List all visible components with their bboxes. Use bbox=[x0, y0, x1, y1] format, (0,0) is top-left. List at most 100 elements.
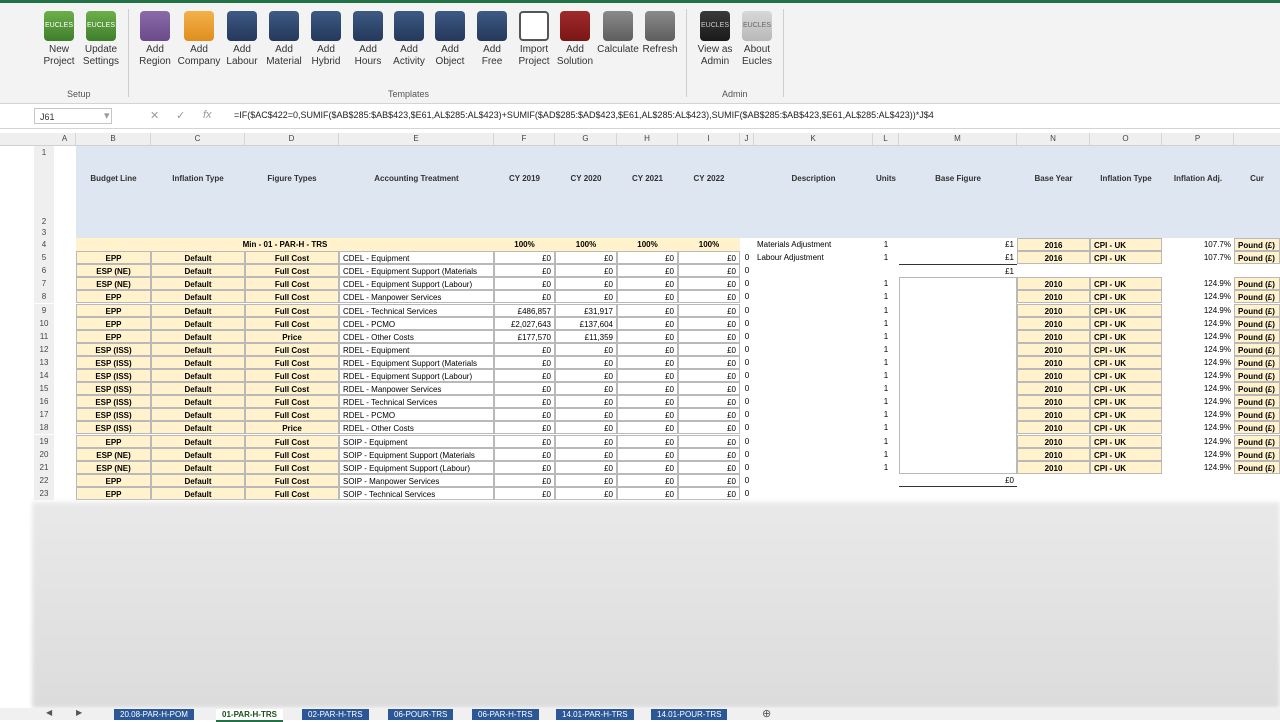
row-header[interactable]: 18 bbox=[34, 421, 54, 435]
j-cell[interactable]: 0 bbox=[740, 408, 754, 421]
units-cell[interactable]: 1 bbox=[873, 408, 899, 421]
currency-cell[interactable]: Pound (£) bbox=[1234, 434, 1280, 448]
inflation-type-cell[interactable]: CPI - UK bbox=[1090, 355, 1162, 369]
currency-cell[interactable]: Pound (£) bbox=[1234, 369, 1280, 382]
amount-cell[interactable]: £0 bbox=[494, 382, 555, 396]
j-cell[interactable]: 0 bbox=[740, 317, 754, 330]
add-sheet-icon[interactable]: ⊕ bbox=[762, 707, 771, 720]
scroll-right-icon[interactable]: ▶ bbox=[76, 708, 82, 717]
row-header[interactable]: 11 bbox=[34, 329, 54, 343]
tab-06-pour-trs[interactable]: 06-POUR-TRS bbox=[388, 709, 454, 720]
amount-cell[interactable]: £2,027,643 bbox=[494, 316, 555, 330]
figure-type-cell[interactable]: Full Cost bbox=[245, 382, 339, 396]
budget-line-cell[interactable]: ESP (NE) bbox=[76, 277, 151, 291]
base-year-cell[interactable]: 2010 bbox=[1017, 460, 1090, 474]
j-cell[interactable]: 0 bbox=[740, 487, 754, 500]
tab-06-par-h-trs[interactable]: 06-PAR-H-TRS bbox=[472, 709, 539, 720]
base-year-cell[interactable]: 2010 bbox=[1017, 316, 1090, 330]
amount-cell[interactable]: £0 bbox=[678, 251, 740, 265]
j-cell[interactable]: 0 bbox=[740, 304, 754, 317]
amount-cell[interactable]: £0 bbox=[494, 355, 555, 369]
j-cell[interactable]: 0 bbox=[740, 251, 754, 264]
amount-cell[interactable]: £0 bbox=[494, 369, 555, 382]
amount-cell[interactable]: £0 bbox=[494, 473, 555, 487]
accounting-treatment-cell[interactable]: CDEL - Technical Services bbox=[339, 303, 494, 317]
j-cell[interactable]: 0 bbox=[740, 264, 754, 277]
amount-cell[interactable]: £0 bbox=[494, 460, 555, 474]
add-object-button[interactable]: Add Object bbox=[428, 11, 472, 68]
base-year-cell[interactable]: 2016 bbox=[1017, 238, 1090, 251]
units-cell[interactable]: 1 bbox=[873, 448, 899, 461]
column-header-p[interactable]: P bbox=[1162, 133, 1234, 145]
amount-cell[interactable]: £0 bbox=[678, 277, 740, 291]
accounting-treatment-cell[interactable]: RDEL - Equipment Support (Materials bbox=[339, 355, 494, 369]
j-cell[interactable]: 0 bbox=[740, 382, 754, 395]
amount-cell[interactable]: £0 bbox=[555, 290, 617, 304]
budget-line-cell[interactable]: EPP bbox=[76, 251, 151, 265]
inflation-adj-cell[interactable]: 124.9% bbox=[1162, 290, 1234, 303]
amount-cell[interactable]: £0 bbox=[494, 277, 555, 291]
inflation-type-cell[interactable]: CPI - UK bbox=[1090, 382, 1162, 396]
currency-cell[interactable]: Pound (£) bbox=[1234, 460, 1280, 474]
accounting-treatment-cell[interactable]: SOIP - Equipment Support (Labour) bbox=[339, 460, 494, 474]
row-header[interactable]: 4 bbox=[34, 238, 54, 251]
inflation-adj-cell[interactable]: 124.9% bbox=[1162, 382, 1234, 395]
name-box[interactable]: J61 bbox=[34, 108, 112, 124]
amount-cell[interactable]: £0 bbox=[555, 395, 617, 409]
base-year-cell[interactable]: 2016 bbox=[1017, 251, 1090, 265]
amount-cell[interactable]: £0 bbox=[678, 447, 740, 461]
inflation-type-cell[interactable]: CPI - UK bbox=[1090, 342, 1162, 356]
tab-14.01-par-h-trs[interactable]: 14.01-PAR-H-TRS bbox=[556, 709, 634, 720]
units-cell[interactable]: 1 bbox=[873, 317, 899, 330]
amount-cell[interactable]: £0 bbox=[494, 342, 555, 356]
inflation-type-cell[interactable]: Default bbox=[151, 251, 245, 265]
amount-cell[interactable]: £0 bbox=[617, 408, 678, 422]
amount-cell[interactable]: £0 bbox=[494, 434, 555, 448]
j-cell[interactable]: 0 bbox=[740, 277, 754, 290]
amount-cell[interactable]: £0 bbox=[617, 369, 678, 382]
budget-line-cell[interactable]: ESP (ISS) bbox=[76, 369, 151, 382]
amount-cell[interactable]: £0 bbox=[617, 421, 678, 435]
accounting-treatment-cell[interactable]: CDEL - Other Costs bbox=[339, 329, 494, 343]
units-cell[interactable]: 1 bbox=[873, 251, 899, 264]
column-header-g[interactable]: G bbox=[555, 133, 617, 145]
amount-cell[interactable]: £0 bbox=[494, 447, 555, 461]
tab-01-par-h-trs[interactable]: 01-PAR-H-TRS bbox=[216, 709, 283, 722]
j-cell[interactable]: 0 bbox=[740, 343, 754, 356]
amount-cell[interactable]: £0 bbox=[555, 369, 617, 382]
amount-cell[interactable]: £0 bbox=[678, 369, 740, 382]
amount-cell[interactable]: £0 bbox=[678, 382, 740, 396]
row-header[interactable]: 1 bbox=[34, 146, 54, 157]
add-company-button[interactable]: Add Company bbox=[177, 11, 221, 68]
inflation-adj-cell[interactable]: 124.9% bbox=[1162, 395, 1234, 408]
amount-cell[interactable]: £0 bbox=[678, 408, 740, 422]
budget-line-cell[interactable]: ESP (ISS) bbox=[76, 408, 151, 422]
amount-cell[interactable]: £0 bbox=[555, 421, 617, 435]
column-header-i[interactable]: I bbox=[678, 133, 740, 145]
row-header[interactable]: 8 bbox=[34, 290, 54, 304]
amount-cell[interactable]: £137,604 bbox=[555, 316, 617, 330]
budget-line-cell[interactable]: ESP (ISS) bbox=[76, 382, 151, 396]
inflation-adj-cell[interactable]: 124.9% bbox=[1162, 277, 1234, 290]
accounting-treatment-cell[interactable]: RDEL - Equipment Support (Labour) bbox=[339, 369, 494, 382]
figure-type-cell[interactable]: Full Cost bbox=[245, 473, 339, 487]
inflation-type-cell[interactable]: CPI - UK bbox=[1090, 316, 1162, 330]
amount-cell[interactable]: £0 bbox=[494, 408, 555, 422]
budget-line-cell[interactable]: EPP bbox=[76, 486, 151, 500]
units-cell[interactable]: 1 bbox=[873, 304, 899, 317]
inflation-type-cell[interactable]: Default bbox=[151, 290, 245, 304]
amount-cell[interactable]: £0 bbox=[617, 264, 678, 278]
amount-cell[interactable]: £0 bbox=[678, 434, 740, 448]
inflation-adj-cell[interactable]: 124.9% bbox=[1162, 369, 1234, 382]
budget-line-cell[interactable]: ESP (NE) bbox=[76, 460, 151, 474]
tab-02-par-h-trs[interactable]: 02-PAR-H-TRS bbox=[302, 709, 369, 720]
about-eucles-button[interactable]: EUCLES About Eucles bbox=[735, 11, 779, 68]
inflation-type-cell[interactable]: Default bbox=[151, 277, 245, 291]
inflation-type-cell[interactable]: Default bbox=[151, 434, 245, 448]
row-header[interactable]: 9 bbox=[34, 303, 54, 317]
inflation-adj-cell[interactable]: 124.9% bbox=[1162, 343, 1234, 356]
j-cell[interactable]: 0 bbox=[740, 435, 754, 448]
budget-line-cell[interactable]: ESP (ISS) bbox=[76, 342, 151, 356]
currency-cell[interactable]: Pound (£) bbox=[1234, 421, 1280, 435]
inflation-adj-cell[interactable]: 124.9% bbox=[1162, 461, 1234, 474]
